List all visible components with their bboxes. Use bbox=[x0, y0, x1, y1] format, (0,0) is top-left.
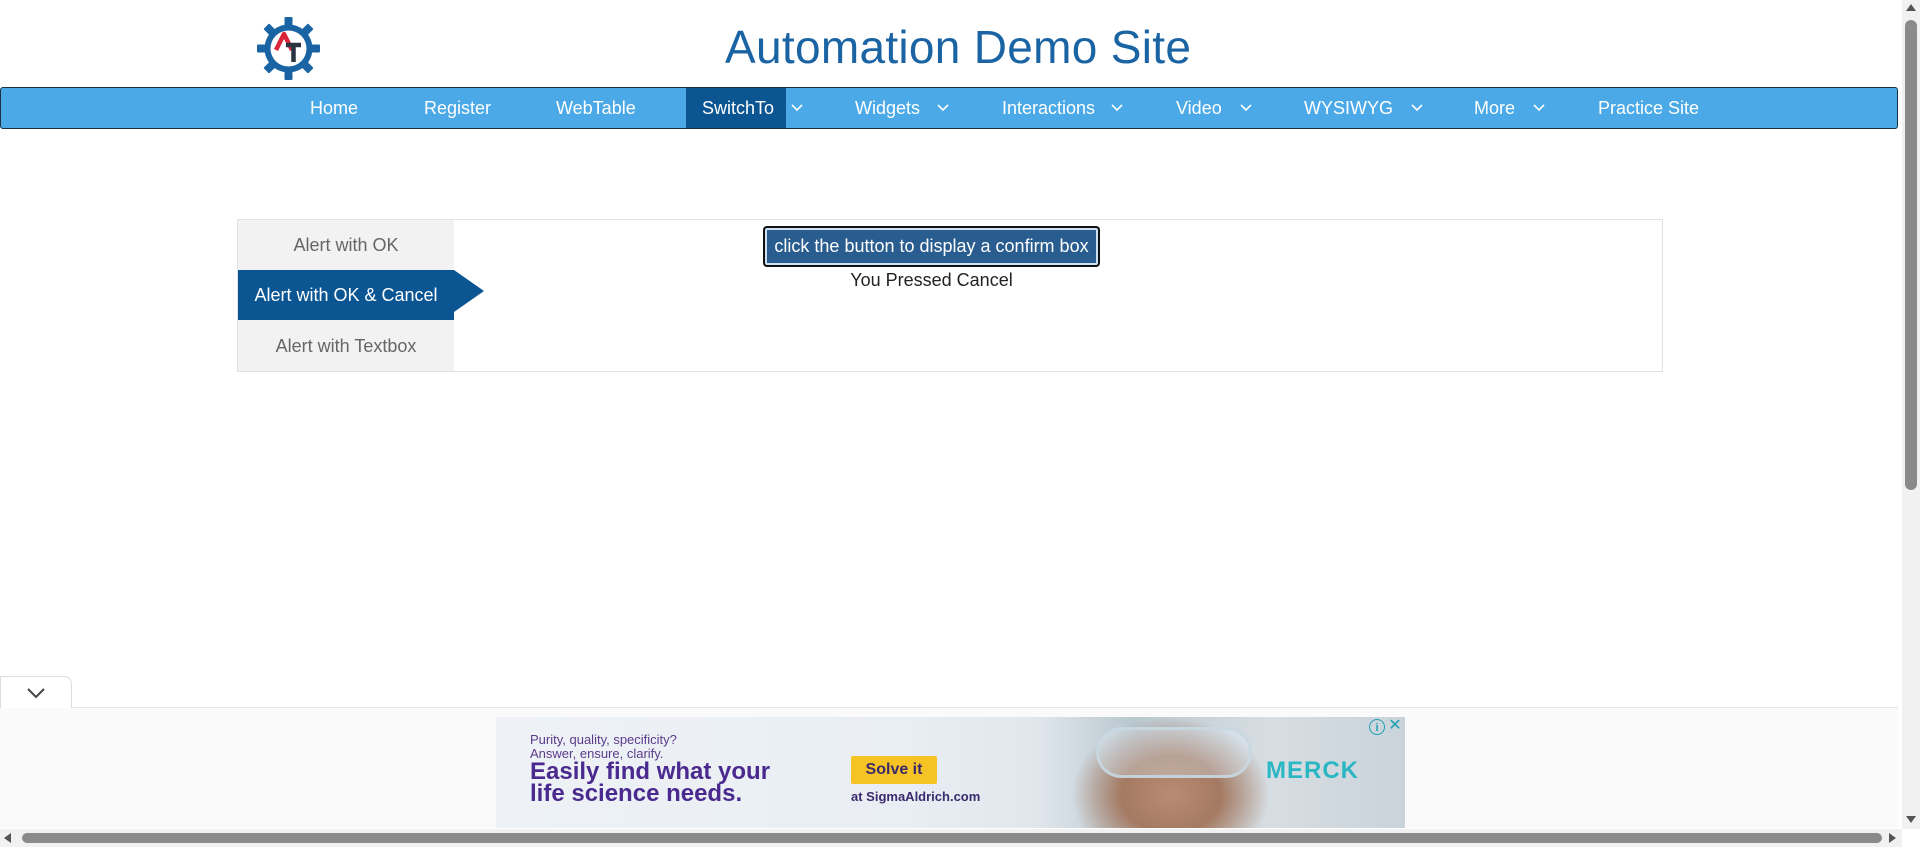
scroll-left-icon[interactable] bbox=[4, 833, 11, 843]
ad-tagline: Purity, quality, specificity? Answer, en… bbox=[530, 732, 677, 761]
site-logo[interactable] bbox=[256, 16, 321, 81]
site-title: Automation Demo Site bbox=[725, 21, 1192, 73]
ad-url: at SigmaAldrich.com bbox=[851, 789, 981, 804]
chevron-down-icon[interactable] bbox=[926, 88, 960, 128]
nav-register[interactable]: Register bbox=[424, 88, 491, 128]
horizontal-scroll-thumb[interactable] bbox=[22, 833, 1882, 843]
ad-brand-logo: MERCK bbox=[1266, 757, 1359, 784]
collapse-ad-button[interactable] bbox=[0, 676, 72, 708]
tab-alert-ok-cancel[interactable]: Alert with OK & Cancel bbox=[238, 270, 454, 320]
chevron-down-icon[interactable] bbox=[1522, 88, 1556, 128]
nav-wysiwyg[interactable]: WYSIWYG bbox=[1304, 88, 1393, 128]
ad-cta-button[interactable]: Solve it bbox=[851, 756, 937, 784]
chevron-down-icon[interactable] bbox=[1229, 88, 1263, 128]
ad-goggles-image bbox=[1096, 727, 1252, 778]
alert-tabs: Alert with OK Alert with OK & Cancel Ale… bbox=[238, 220, 454, 371]
close-icon[interactable]: ✕ bbox=[1387, 718, 1403, 734]
nav-webtable[interactable]: WebTable bbox=[556, 88, 636, 128]
nav-practice-site[interactable]: Practice Site bbox=[1598, 88, 1699, 128]
nav-video[interactable]: Video bbox=[1176, 88, 1222, 128]
nav-widgets[interactable]: Widgets bbox=[855, 88, 920, 128]
vertical-scroll-thumb[interactable] bbox=[1905, 20, 1917, 490]
scroll-up-icon[interactable] bbox=[1906, 4, 1916, 11]
chevron-down-icon bbox=[27, 687, 45, 698]
tab-alert-ok[interactable]: Alert with OK bbox=[238, 220, 454, 270]
info-icon[interactable]: i bbox=[1369, 719, 1385, 735]
chevron-down-icon[interactable] bbox=[1400, 88, 1434, 128]
confirm-result-text: You Pressed Cancel bbox=[850, 270, 1013, 290]
main-nav: Home Register WebTable SwitchTo Widgets … bbox=[0, 87, 1898, 129]
nav-home[interactable]: Home bbox=[310, 88, 358, 128]
nav-interactions[interactable]: Interactions bbox=[1002, 88, 1095, 128]
active-tab-arrow bbox=[454, 270, 484, 312]
confirm-box-button[interactable]: click the button to display a confirm bo… bbox=[763, 226, 1100, 267]
scroll-right-icon[interactable] bbox=[1889, 833, 1896, 843]
nav-more[interactable]: More bbox=[1474, 88, 1515, 128]
chevron-down-icon[interactable] bbox=[780, 88, 814, 128]
nav-switchto[interactable]: SwitchTo bbox=[686, 88, 786, 128]
ad-headline: Easily find what your life science needs… bbox=[530, 758, 771, 807]
chevron-down-icon[interactable] bbox=[1100, 88, 1134, 128]
tab-alert-textbox[interactable]: Alert with Textbox bbox=[238, 321, 454, 371]
ad-banner[interactable]: Purity, quality, specificity? Answer, en… bbox=[496, 717, 1405, 828]
scroll-down-icon[interactable] bbox=[1906, 816, 1916, 823]
